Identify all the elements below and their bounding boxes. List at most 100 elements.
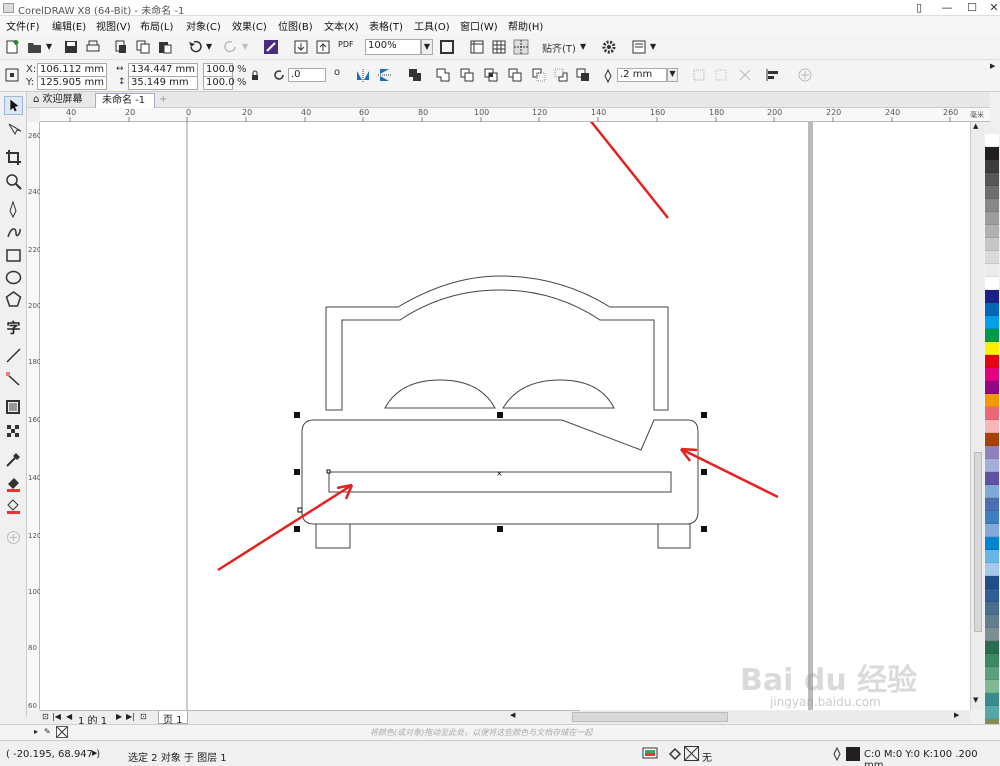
palette-swatch[interactable] (985, 147, 999, 160)
color-proof-icon[interactable] (642, 747, 658, 761)
palette-swatch[interactable] (985, 212, 999, 225)
text-tool-icon[interactable]: 字 (4, 320, 23, 339)
palette-swatch[interactable] (985, 160, 999, 173)
palette-swatch[interactable] (985, 628, 999, 641)
right-leg[interactable] (657, 523, 691, 549)
node-handle[interactable] (297, 507, 303, 513)
zoom-level-field[interactable]: 100% (365, 39, 421, 55)
smart-fill-icon[interactable] (4, 496, 23, 515)
palette-swatch[interactable] (985, 368, 999, 381)
palette-swatch[interactable] (985, 355, 999, 368)
palette-swatch[interactable] (985, 186, 999, 199)
scale-height-field[interactable]: 100.0 (203, 76, 235, 90)
status-expand-icon[interactable]: ▶ (92, 749, 97, 757)
undo-icon[interactable] (186, 38, 204, 56)
parallel-dimension-icon[interactable] (4, 346, 23, 365)
palette-swatch[interactable] (985, 576, 999, 589)
menu-window[interactable]: 窗口(W) (460, 18, 498, 33)
redo-icon[interactable] (222, 38, 240, 56)
palette-swatch[interactable] (985, 472, 999, 485)
ungroup-objects-icon[interactable] (712, 66, 730, 84)
intersect-icon[interactable] (482, 66, 500, 84)
palette-swatch[interactable] (985, 420, 999, 433)
palette-swatch[interactable] (985, 329, 999, 342)
close-button[interactable]: ✕ (980, 0, 1000, 16)
zoom-tool-icon[interactable] (4, 172, 23, 191)
show-guidelines-icon[interactable] (512, 38, 530, 56)
drop-shadow-icon[interactable] (4, 398, 23, 417)
y-position-field[interactable]: 125.905 mm (37, 76, 107, 90)
mirror-vertical-icon[interactable] (376, 66, 394, 84)
new-tab-plus-icon[interactable]: + (157, 93, 171, 108)
lock-ratio-icon[interactable] (250, 70, 260, 82)
eyedropper-tool-icon[interactable] (4, 450, 23, 469)
palette-swatch[interactable] (985, 602, 999, 615)
page-prev-icon[interactable]: ◀ (66, 712, 72, 721)
palette-swatch[interactable] (985, 550, 999, 563)
tab-welcome-screen[interactable]: ⌂ 欢迎屏幕 (27, 93, 95, 108)
align-distribute-icon[interactable] (764, 66, 782, 84)
tab-document[interactable]: 未命名 -1 (95, 93, 155, 108)
copy-icon[interactable] (134, 38, 152, 56)
undo-dropdown-icon[interactable]: ▼ (206, 42, 212, 51)
save-icon[interactable] (62, 38, 80, 56)
simplify-icon[interactable] (506, 66, 524, 84)
docpal-menu-icon[interactable]: ▸ (34, 727, 38, 736)
ellipse-tool-icon[interactable] (4, 268, 23, 287)
new-document-icon[interactable] (4, 38, 22, 56)
page-tab[interactable]: 页 1 (158, 711, 188, 726)
palette-swatch[interactable] (985, 251, 999, 264)
paste-icon[interactable] (156, 38, 174, 56)
trim-icon[interactable] (458, 66, 476, 84)
account-icon[interactable]: ▯ (905, 0, 933, 16)
menu-tools[interactable]: 工具(O) (414, 18, 450, 33)
palette-swatch[interactable] (985, 394, 999, 407)
full-screen-icon[interactable] (438, 38, 456, 56)
scale-width-field[interactable]: 100.0 (203, 63, 235, 77)
ruler-origin[interactable] (27, 108, 40, 122)
page-add-icon[interactable]: ⊡ (140, 712, 147, 721)
menu-view[interactable]: 视图(V) (96, 18, 131, 33)
freehand-tool-icon[interactable] (4, 200, 23, 219)
propbar-scroll-right-icon[interactable]: ▶ (990, 62, 995, 70)
palette-swatch[interactable] (985, 381, 999, 394)
options-gear-icon[interactable] (600, 38, 618, 56)
docpal-eyedropper-icon[interactable]: ✎ (44, 727, 51, 736)
fill-none-swatch[interactable] (684, 746, 699, 761)
artistic-media-icon[interactable] (4, 222, 23, 241)
menu-layout[interactable]: 布局(L) (140, 18, 173, 33)
menu-effects[interactable]: 效果(C) (232, 18, 267, 33)
hscroll-left-icon[interactable]: ◀ (510, 711, 515, 719)
palette-swatch[interactable] (985, 693, 999, 706)
zoom-dropdown-icon[interactable]: ▼ (421, 39, 433, 55)
outline-width-field[interactable]: .2 mm (617, 68, 667, 82)
drawing-canvas[interactable]: × (40, 122, 970, 710)
palette-swatch[interactable] (985, 407, 999, 420)
palette-swatch[interactable] (985, 615, 999, 628)
palette-swatch[interactable] (985, 342, 999, 355)
weld-icon[interactable] (434, 66, 452, 84)
palette-swatch[interactable] (985, 680, 999, 693)
palette-swatch[interactable] (985, 316, 999, 329)
quick-customize-icon[interactable] (796, 66, 814, 84)
x-position-field[interactable]: 106.112 mm (37, 63, 107, 77)
palette-swatch[interactable] (985, 134, 999, 147)
left-leg[interactable] (315, 523, 351, 549)
shape-tool-icon[interactable] (4, 120, 23, 139)
polygon-tool-icon[interactable] (4, 290, 23, 309)
left-pillow[interactable] (384, 379, 496, 409)
show-grid-icon[interactable] (490, 38, 508, 56)
menu-text[interactable]: 文本(X) (324, 18, 359, 33)
node-handle[interactable] (326, 469, 331, 474)
create-boundary-icon[interactable] (574, 66, 592, 84)
open-folder-icon[interactable] (26, 38, 44, 56)
horizontal-ruler[interactable]: 40 20 0 20 40 60 80 100 120 140 160 180 … (40, 108, 990, 122)
menu-object[interactable]: 对象(C) (186, 18, 221, 33)
outline-color-swatch[interactable] (846, 747, 860, 761)
import-icon[interactable] (292, 38, 310, 56)
palette-swatch[interactable] (985, 511, 999, 524)
docker-scroll-up-icon[interactable]: ▲ (973, 122, 978, 130)
palette-swatch[interactable] (985, 303, 999, 316)
minimize-button[interactable]: — (933, 0, 961, 16)
page-last-icon[interactable]: ▶| (126, 712, 135, 721)
